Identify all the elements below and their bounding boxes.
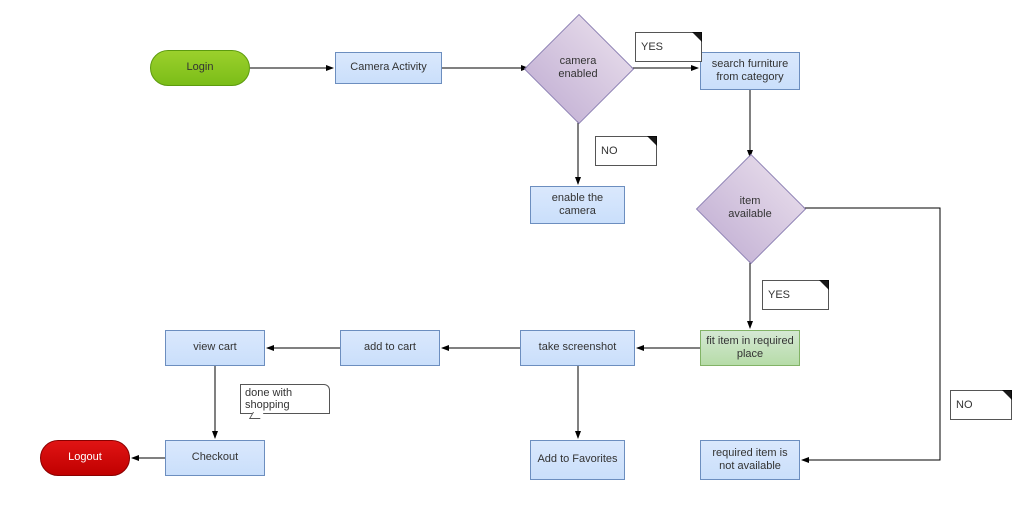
node-label: view cart — [193, 341, 236, 354]
edge-label-no-2: NO — [950, 390, 1000, 412]
node-label: Camera Activity — [350, 61, 426, 74]
node-label: enable the camera — [535, 192, 620, 218]
node-label: camera enabled — [540, 30, 616, 106]
node-label: required item is not available — [705, 447, 795, 473]
node-label: Checkout — [192, 451, 238, 464]
decision-item-available: item available — [712, 170, 788, 246]
flowchart-canvas: Login Camera Activity camera enabled sea… — [0, 0, 1025, 511]
decision-camera-enabled: camera enabled — [540, 30, 616, 106]
process-search-furniture: search furniture from category — [700, 52, 800, 90]
process-add-to-favorites: Add to Favorites — [530, 440, 625, 480]
node-label: Login — [187, 61, 214, 74]
edge-label-done-shopping: done with shopping — [240, 384, 330, 414]
terminator-logout: Logout — [40, 440, 130, 476]
process-enable-camera: enable the camera — [530, 186, 625, 224]
edge-label-no: NO — [595, 136, 645, 158]
edge-label-yes: YES — [635, 32, 690, 54]
process-required-not-available: required item is not available — [700, 440, 800, 480]
node-label: Logout — [68, 451, 102, 464]
process-add-to-cart: add to cart — [340, 330, 440, 366]
node-label: item available — [712, 170, 788, 246]
node-label: add to cart — [364, 341, 416, 354]
node-label: Add to Favorites — [537, 453, 617, 466]
process-view-cart: view cart — [165, 330, 265, 366]
process-take-screenshot: take screenshot — [520, 330, 635, 366]
node-label: search furniture from category — [705, 58, 795, 84]
process-checkout: Checkout — [165, 440, 265, 476]
process-camera-activity: Camera Activity — [335, 52, 442, 84]
process-fit-item: fit item in required place — [700, 330, 800, 366]
terminator-login: Login — [150, 50, 250, 86]
node-label: fit item in required place — [705, 335, 795, 361]
node-label: take screenshot — [539, 341, 617, 354]
edge-label-yes-2: YES — [762, 280, 817, 302]
